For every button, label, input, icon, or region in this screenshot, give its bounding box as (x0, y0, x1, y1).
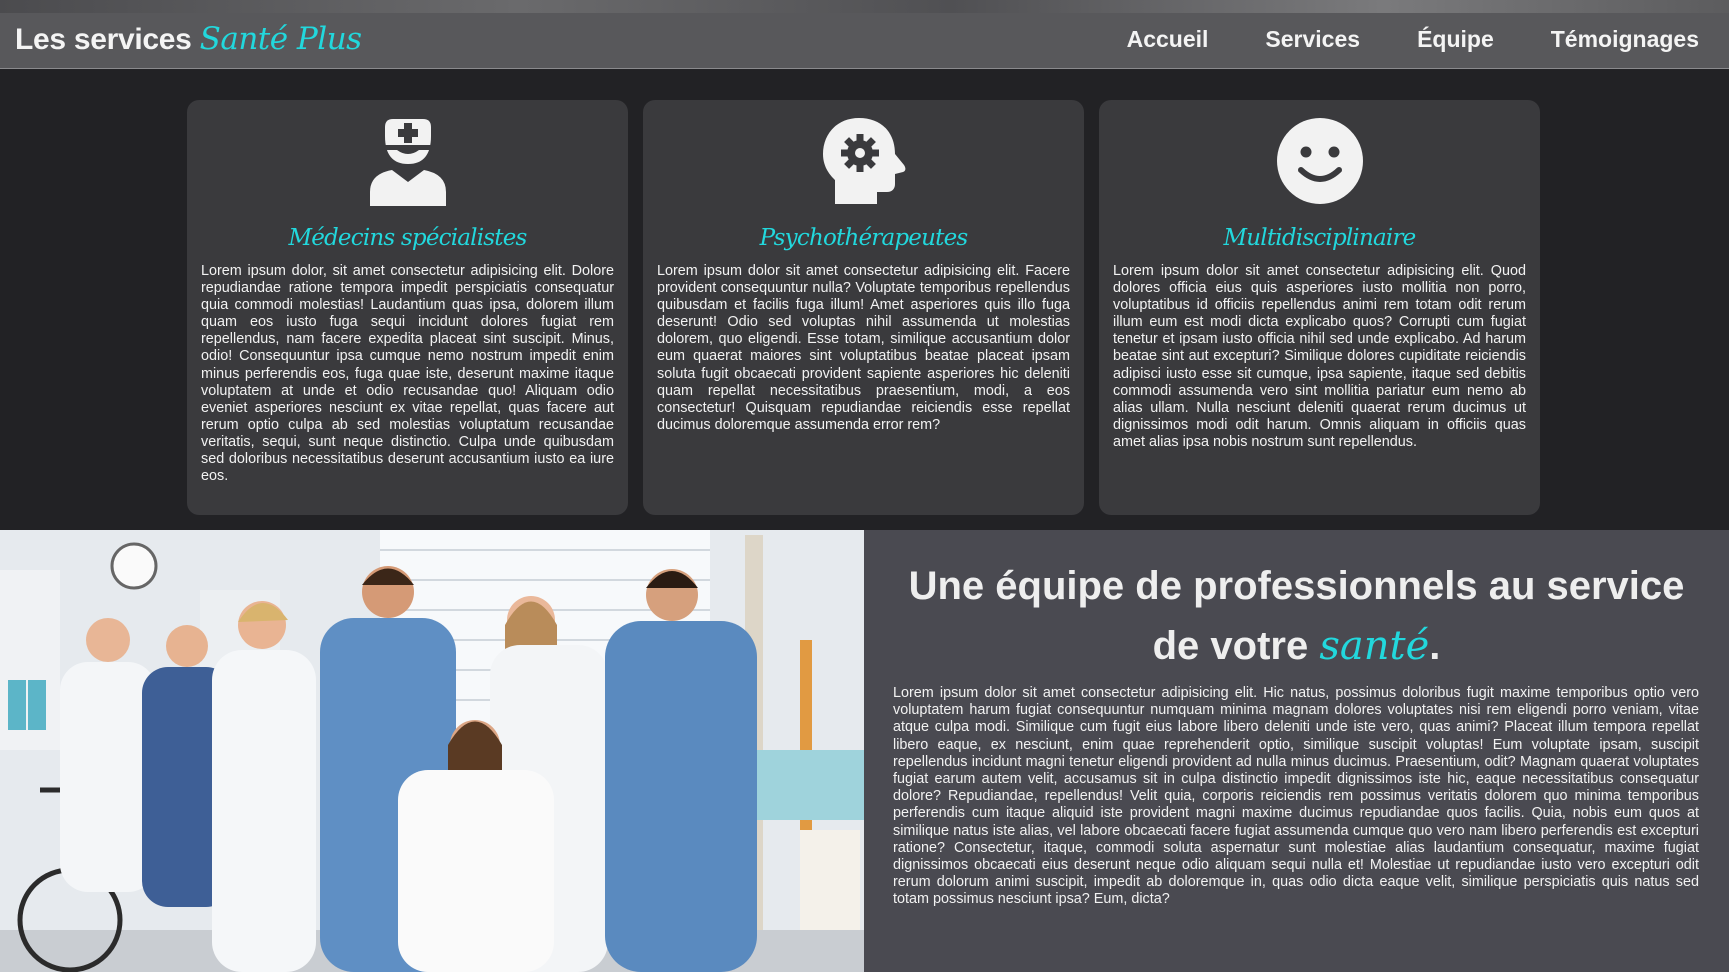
nav-services[interactable]: Services (1265, 21, 1360, 57)
site-brand[interactable]: Les services Santé Plus (15, 21, 362, 57)
nav-temoignages[interactable]: Témoignages (1551, 21, 1699, 57)
team-title-suffix: . (1429, 624, 1441, 668)
brand-accent: Santé Plus (199, 21, 363, 57)
team-text: Lorem ipsum dolor sit amet consectetur a… (893, 685, 1699, 908)
card-title: Psychothérapeutes (759, 225, 969, 251)
brand-prefix: Les services (15, 23, 192, 56)
head-gear-icon (657, 112, 1070, 210)
site-header: Les services Santé Plus Accueil Services… (0, 13, 1729, 69)
doctor-icon (201, 112, 614, 210)
smiley-icon (1113, 112, 1526, 210)
service-card-medecins: Médecins spécialistes Lorem ipsum dolor,… (187, 100, 628, 515)
card-text: Lorem ipsum dolor sit amet consectetur a… (1113, 263, 1526, 450)
card-text: Lorem ipsum dolor sit amet consectetur a… (657, 263, 1070, 433)
nav-equipe[interactable]: Équipe (1417, 21, 1494, 57)
team-title: Une équipe de professionnels au service … (888, 556, 1705, 676)
service-card-psychotherapeutes: Psychothérapeutes Lorem ipsum dolor sit … (643, 100, 1084, 515)
nav-accueil[interactable]: Accueil (1127, 21, 1209, 57)
card-title: Multidisciplinaire (1223, 225, 1417, 251)
team-title-accent: santé (1319, 623, 1430, 669)
main-nav: Accueil Services Équipe Témoignages (1127, 21, 1699, 57)
card-title: Médecins spécialistes (288, 225, 527, 251)
card-text: Lorem ipsum dolor, sit amet consectetur … (201, 263, 614, 485)
service-card-multidisciplinaire: Multidisciplinaire Lorem ipsum dolor sit… (1099, 100, 1540, 515)
team-photo (0, 530, 864, 972)
team-title-text: Une équipe de professionnels au service … (908, 564, 1685, 668)
team-panel: Une équipe de professionnels au service … (864, 530, 1729, 972)
services-cards: Médecins spécialistes Lorem ipsum dolor,… (187, 100, 1540, 515)
top-strip (0, 0, 1729, 13)
